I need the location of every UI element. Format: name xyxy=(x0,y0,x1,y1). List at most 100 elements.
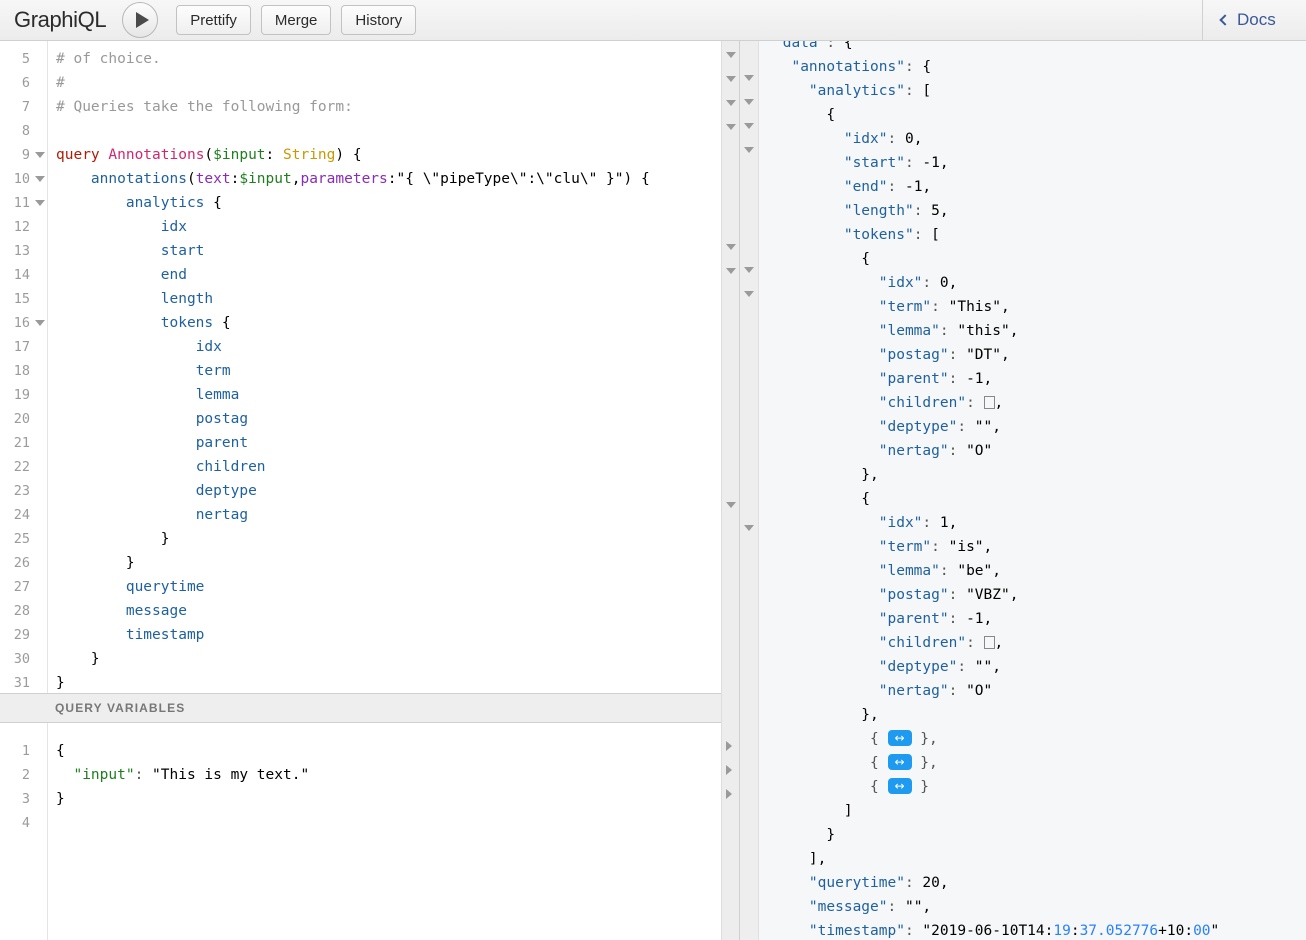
code-text: term xyxy=(195,363,231,379)
code-text: start xyxy=(160,243,205,259)
editor-result-split: 5 # of choice. 6 #7 # Queries take the follo… xyxy=(0,41,1306,940)
variables-line: 1{ xyxy=(0,739,739,763)
chevron-down-icon[interactable] xyxy=(744,267,754,273)
play-icon xyxy=(135,12,149,28)
code-line: 30 } xyxy=(0,647,738,671)
code-line: 13 start xyxy=(0,239,738,263)
code-line: 29 timestamp xyxy=(0,623,738,647)
prettify-button[interactable]: Prettify xyxy=(176,5,251,35)
result-line: { xyxy=(774,491,871,507)
history-button[interactable]: History xyxy=(341,5,417,35)
line-number: 1 xyxy=(21,743,30,759)
result-line: "idx": 0, xyxy=(878,275,958,291)
fold-marker-down[interactable] xyxy=(726,52,736,58)
chevron-down-icon[interactable] xyxy=(744,147,754,153)
line-number: 31 xyxy=(13,675,30,691)
left-pane: 5 # of choice. 6 #7 # Queries take the follo… xyxy=(0,41,740,940)
fold-marker-collapsed[interactable] xyxy=(726,765,732,775)
execute-query-button[interactable] xyxy=(122,2,159,38)
fold-marker-down[interactable] xyxy=(33,152,47,158)
result-line: { xyxy=(774,251,871,267)
code-text: postag xyxy=(195,411,249,427)
code-text: parent xyxy=(195,435,249,451)
expand-collapsed-object-badge[interactable]: ↔ xyxy=(887,754,912,770)
chevron-down-icon[interactable] xyxy=(35,320,45,326)
empty-array-icon xyxy=(983,396,995,409)
result-line: "term": "is", xyxy=(878,539,993,555)
fold-marker-down[interactable] xyxy=(33,320,47,326)
variables-text: { xyxy=(56,743,65,759)
code-line: 20 postag xyxy=(0,407,738,431)
docs-label: Docs xyxy=(1237,10,1276,29)
docs-toggle-button[interactable]: Docs xyxy=(1202,0,1306,40)
result-line: "analytics": [ xyxy=(808,83,932,99)
result-line: "annotations": { xyxy=(791,59,932,75)
code-text: } xyxy=(56,651,100,667)
line-number: 21 xyxy=(13,435,30,451)
chevron-down-icon[interactable] xyxy=(744,75,754,81)
query-editor[interactable]: 5 # of choice. 6 #7 # Queries take the follo… xyxy=(0,41,739,693)
code-text: timestamp xyxy=(125,627,205,643)
code-line: 21 parent xyxy=(0,431,738,455)
query-variables-header[interactable]: QUERY VARIABLES xyxy=(0,693,739,723)
fold-marker-down[interactable] xyxy=(33,176,47,182)
result-line: "data": { xyxy=(774,41,853,51)
result-line: "lemma": "be", xyxy=(878,563,1001,579)
fold-marker-down[interactable] xyxy=(726,244,736,250)
fold-marker-down[interactable] xyxy=(726,502,736,508)
code-line: 22 children xyxy=(0,455,738,479)
line-number: 8 xyxy=(21,123,30,139)
fold-marker-collapsed[interactable] xyxy=(726,789,732,799)
fold-marker-down[interactable] xyxy=(726,76,736,82)
empty-array-icon xyxy=(983,636,995,649)
chevron-down-icon[interactable] xyxy=(744,525,754,531)
result-line: "idx": 1, xyxy=(878,515,958,531)
line-number: 24 xyxy=(13,507,30,523)
line-number: 4 xyxy=(21,815,30,831)
code-line: 31} xyxy=(0,671,738,693)
fold-marker-collapsed[interactable] xyxy=(726,741,732,751)
code-line: 23 deptype xyxy=(0,479,738,503)
query-variables-editor[interactable]: 1{2 "input": "This is my text." 3} 4 xyxy=(0,723,739,940)
line-number: 20 xyxy=(13,411,30,427)
chevron-down-icon[interactable] xyxy=(35,152,45,158)
chevron-down-icon[interactable] xyxy=(744,291,754,297)
code-text: } xyxy=(56,555,135,571)
code-text: idx xyxy=(195,339,222,355)
line-number: 30 xyxy=(13,651,30,667)
line-number: 6 xyxy=(21,75,30,91)
line-number: 2 xyxy=(21,767,30,783)
chevron-down-icon[interactable] xyxy=(744,123,754,129)
result-line: { ↔ }, xyxy=(774,754,938,771)
code-line: 27 querytime xyxy=(0,575,738,599)
result-line: "children": , xyxy=(878,395,1004,411)
code-text: lemma xyxy=(195,387,240,403)
code-line: 19 lemma xyxy=(0,383,738,407)
result-viewer[interactable]: "data": { "annotations": { "analytics": … xyxy=(760,41,1306,940)
code-text: annotations(text:$input,parameters:"{ \"… xyxy=(90,171,650,187)
code-line: 16 tokens { xyxy=(0,311,738,335)
chevron-down-icon[interactable] xyxy=(35,200,45,206)
chevron-down-icon[interactable] xyxy=(35,176,45,182)
merge-button[interactable]: Merge xyxy=(260,5,332,35)
result-line: "deptype": "", xyxy=(878,659,1001,675)
fold-marker-down[interactable] xyxy=(726,100,736,106)
fold-marker-down[interactable] xyxy=(726,268,736,274)
code-text: analytics { xyxy=(125,195,222,211)
chevron-down-icon[interactable] xyxy=(744,99,754,105)
expand-collapsed-object-badge[interactable]: ↔ xyxy=(887,778,912,794)
fold-marker-down[interactable] xyxy=(33,200,47,206)
expand-collapsed-object-badge[interactable]: ↔ xyxy=(887,730,912,746)
result-line: "idx": 0, xyxy=(843,131,923,147)
code-text: query Annotations($input: String) { xyxy=(56,147,362,163)
code-line: 10 annotations(text:$input,parameters:"{… xyxy=(0,167,738,191)
variables-line: 2 "input": "This is my text." xyxy=(0,763,739,787)
fold-marker-down[interactable] xyxy=(726,124,736,130)
result-pane[interactable]: "data": { "annotations": { "analytics": … xyxy=(740,41,1306,940)
result-line: "timestamp": "2019-06-10T14:19:37.052776… xyxy=(808,923,1220,939)
editor-fold-strip xyxy=(721,41,739,940)
code-line: 5 # of choice. xyxy=(0,47,738,71)
code-text: idx xyxy=(160,219,187,235)
code-line: 7 # Queries take the following form: xyxy=(0,95,738,119)
